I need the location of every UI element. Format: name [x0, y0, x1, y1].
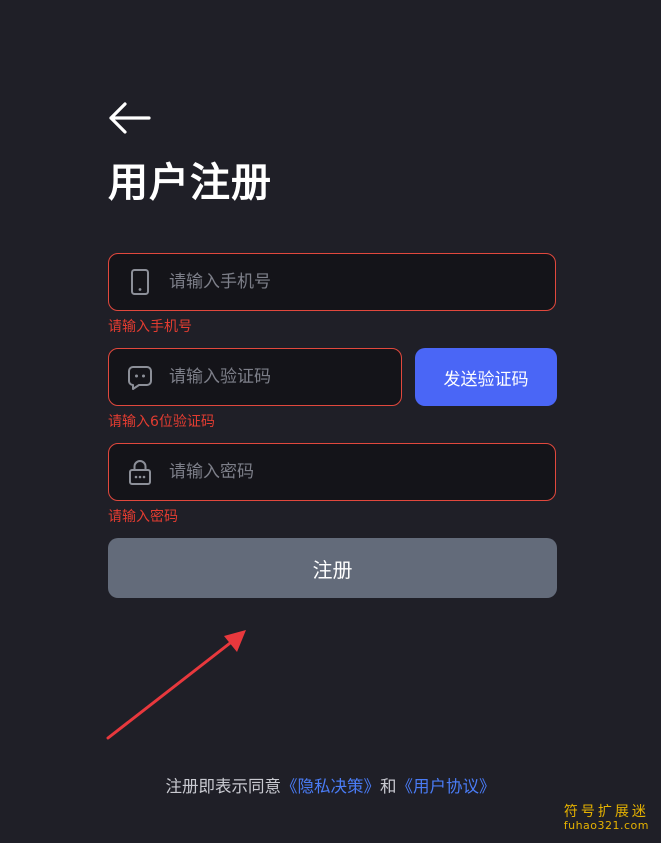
annotation-arrow-icon: [106, 630, 246, 740]
agreement-text: 注册即表示同意《隐私决策》和《用户协议》: [0, 775, 661, 799]
back-arrow-icon[interactable]: [108, 100, 152, 136]
smartphone-icon: [127, 269, 153, 295]
register-button[interactable]: 注册: [108, 538, 557, 598]
send-code-button[interactable]: 发送验证码: [415, 348, 557, 406]
watermark-logo: 符号扩展迷 fuhao321.com: [564, 804, 649, 833]
watermark-title: 符号扩展迷: [563, 804, 649, 821]
agreement-conjunction: 和: [380, 777, 397, 796]
watermark-url: fuhao321.com: [563, 819, 649, 833]
password-input[interactable]: [169, 444, 555, 500]
phone-field[interactable]: [108, 253, 556, 311]
code-field[interactable]: [108, 348, 402, 406]
user-agreement-link[interactable]: 《用户协议》: [397, 777, 496, 796]
code-error: 请输入6位验证码: [108, 414, 215, 430]
phone-input[interactable]: [169, 254, 555, 310]
privacy-policy-link[interactable]: 《隐私决策》: [281, 777, 380, 796]
agreement-prefix: 注册即表示同意: [165, 777, 282, 796]
password-error: 请输入密码: [108, 509, 178, 525]
lock-icon: [127, 459, 153, 485]
password-field[interactable]: [108, 443, 556, 501]
code-input[interactable]: [169, 349, 401, 405]
message-icon: [127, 364, 153, 390]
phone-error: 请输入手机号: [108, 319, 192, 335]
page-title: 用户注册: [108, 160, 272, 206]
